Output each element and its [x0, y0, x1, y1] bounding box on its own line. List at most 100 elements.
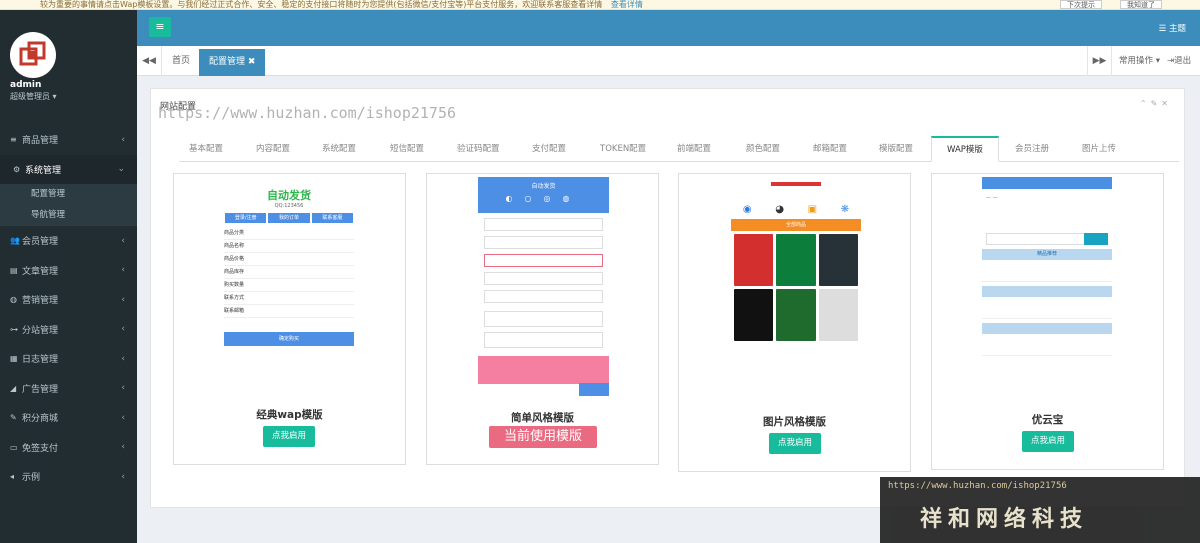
top-navbar: ≡ ☰ 主题 — [137, 10, 1200, 46]
enable-button-4[interactable]: 点我启用 — [1022, 431, 1074, 452]
brand-watermark: https://www.huzhan.com/ishop21756 祥和网络科技 — [880, 477, 1200, 543]
config-tab-6[interactable]: TOKEN配置 — [600, 137, 646, 162]
config-tabs: 基本配置 内容配置 系统配置 短信配置 验证码配置 支付配置 TOKEN配置 前端配置 颜色配置… — [179, 136, 1179, 162]
sidebar-item-8[interactable]: ✎ 积分商城 ‹ — [0, 403, 137, 433]
user-role[interactable]: 超级管理员 ▾ — [10, 91, 57, 102]
notice-link[interactable]: 查看详情 — [611, 0, 643, 9]
sidebar-item-10[interactable]: ◂ 示例 ‹ — [0, 462, 137, 492]
config-tab-8[interactable]: 颜色配置 — [746, 137, 780, 162]
config-tab-11[interactable]: WAP模版 — [931, 136, 999, 162]
user-name: admin — [10, 80, 42, 90]
config-tab-10[interactable]: 模版配置 — [879, 137, 913, 162]
config-tab-9[interactable]: 邮箱配置 — [813, 137, 847, 162]
template-card-2: 自动发货 ◐○◎◍ 简单风格模版 当前使用模版 — [426, 173, 659, 465]
common-ops-dropdown[interactable]: 常用操作 ▾ — [1119, 46, 1160, 76]
sidebar-item-1[interactable]: ⚙ 系统管理 ⌄ — [0, 154, 137, 184]
chevron-icon: ‹ — [121, 265, 125, 276]
config-tab-12[interactable]: 会员注册 — [1015, 137, 1049, 162]
sidebar-item-label: 广告管理 — [22, 384, 59, 395]
template-card-1: 自动发货 QQ:123456 登录/注册 我的订单 联系客服 商品分类 商品名称 商品价… — [173, 173, 406, 465]
theme-icon: ☰ — [1158, 24, 1167, 34]
chevron-icon: ⌄ — [117, 164, 125, 175]
close-icon[interactable]: ✕ — [1161, 99, 1172, 108]
brand-url: https://www.huzhan.com/ishop21756 — [888, 481, 1067, 491]
tab-scroll-right-button[interactable]: ▶▶ — [1087, 46, 1112, 76]
chevron-icon: ‹ — [121, 294, 125, 305]
sidebar-item-label: 系统管理 — [25, 165, 62, 176]
wrench-icon[interactable]: ✎ — [1151, 99, 1162, 108]
enable-button-1[interactable]: 点我启用 — [263, 426, 315, 447]
close-icon[interactable]: ✖ — [248, 57, 256, 67]
chevron-icon: ‹ — [121, 353, 125, 364]
sidebar-item-9[interactable]: ▭ 免签支付 ‹ — [0, 433, 137, 463]
theme-button[interactable]: ☰ 主题 — [1159, 22, 1186, 34]
tab-home[interactable]: 首页 — [162, 46, 200, 76]
chevron-icon: ‹ — [121, 412, 125, 423]
brand-name: 祥和网络科技 — [920, 506, 1089, 532]
sidebar-item-label: 会员管理 — [22, 237, 59, 248]
sidebar-item-6[interactable]: ▦ 日志管理 ‹ — [0, 344, 137, 374]
notice-bar: 较为重要的事情请点击Wap模板设置。与我们经过正式合作、安全、稳定的支付接口将随… — [0, 0, 1200, 10]
config-tab-5[interactable]: 支付配置 — [532, 137, 566, 162]
sidebar-item-5[interactable]: ⊶ 分站管理 ‹ — [0, 315, 137, 345]
preview-row-1: 商品名称 — [224, 240, 354, 253]
enable-button-3[interactable]: 点我启用 — [769, 433, 821, 454]
avatar[interactable] — [10, 32, 56, 78]
preview-btn-2: 联系客服 — [311, 213, 353, 223]
config-panel: 网站配置 ⌃✎✕ 基本配置 内容配置 系统配置 短信配置 验证码配置 支付配置 TOKEN配… — [150, 88, 1185, 508]
menu-toggle-button[interactable]: ≡ — [149, 17, 171, 37]
config-tab-4[interactable]: 验证码配置 — [457, 137, 500, 162]
watermark-text: https://www.huzhan.com/ishop21756 — [158, 104, 457, 122]
chevron-icon: ‹ — [121, 442, 125, 453]
preview-row-2: 商品价格 — [224, 253, 354, 266]
sidebar-item-7[interactable]: ◢ 广告管理 ‹ — [0, 374, 137, 404]
config-tab-1[interactable]: 内容配置 — [256, 137, 290, 162]
config-tab-7[interactable]: 前端配置 — [677, 137, 711, 162]
submenu-item-0[interactable]: 配置管理 — [0, 184, 137, 205]
template-preview-3: ◉ ◕ ▣ ❋ 全部商品 — [731, 177, 861, 407]
config-tab-0[interactable]: 基本配置 — [189, 137, 223, 162]
tab-config[interactable]: 配置管理 ✖ — [199, 49, 266, 76]
tab-scroll-left-button[interactable]: ◀◀ — [137, 46, 162, 76]
later-button[interactable]: 下次提示 — [1060, 0, 1102, 9]
submenu-item-1[interactable]: 导航管理 — [0, 205, 137, 226]
sidebar-item-2[interactable]: 👥 会员管理 ‹ — [0, 226, 137, 256]
menu-icon: ◢ — [10, 383, 17, 393]
sidebar-item-label: 免签支付 — [22, 443, 59, 454]
menu-icon: ≡ — [10, 135, 17, 145]
sidebar-item-3[interactable]: ▤ 文章管理 ‹ — [0, 256, 137, 286]
chevron-icon: ‹ — [121, 471, 125, 482]
menu-icon: ✎ — [10, 413, 17, 423]
preview-row-0: 商品分类 — [224, 227, 354, 240]
panel-tools: ⌃✎✕ — [1140, 99, 1172, 108]
sidebar-item-label: 营销管理 — [22, 296, 59, 307]
config-tab-2[interactable]: 系统配置 — [322, 137, 356, 162]
sidebar-item-4[interactable]: ◍ 营销管理 ‹ — [0, 285, 137, 315]
sidebar-item-label: 商品管理 — [22, 136, 59, 147]
config-tab-13[interactable]: 图片上传 — [1082, 137, 1116, 162]
menu-icon: ◂ — [10, 472, 15, 482]
collapse-icon[interactable]: ⌃ — [1140, 99, 1151, 108]
sidebar: admin 超级管理员 ▾ ≡ 商品管理 ‹ ⚙ 系统管理 ⌄ 配置管理 导航管理 👥 会员管理 ‹… — [0, 10, 137, 543]
chevron-icon: ‹ — [121, 235, 125, 246]
config-tab-3[interactable]: 短信配置 — [390, 137, 424, 162]
hamburger-icon: ≡ — [155, 20, 165, 33]
sidebar-menu: ≡ 商品管理 ‹ ⚙ 系统管理 ⌄ 配置管理 导航管理 👥 会员管理 ‹ ▤ 文章管理 ‹ ◍ 营销管理 ‹ ⊶ 分… — [0, 125, 137, 492]
template-name-2: 简单风格模版 — [511, 412, 574, 424]
tab-bar: ◀◀ 首页 配置管理 ✖ ▶▶ 常用操作 ▾ ⇥退出 — [137, 46, 1200, 76]
chevron-icon: ‹ — [121, 324, 125, 335]
sidebar-item-label: 文章管理 — [22, 266, 59, 277]
current-template-badge: 当前使用模版 — [489, 426, 597, 448]
menu-icon: ▦ — [10, 354, 18, 364]
logout-button[interactable]: ⇥退出 — [1167, 46, 1191, 76]
menu-icon: ⊶ — [10, 324, 18, 334]
ok-button[interactable]: 我知道了 — [1120, 0, 1162, 9]
template-name-4: 优云宝 — [1031, 414, 1064, 426]
menu-icon: ▭ — [10, 442, 18, 452]
template-preview-4: — — 精品推荐 — [982, 177, 1112, 405]
sidebar-item-0[interactable]: ≡ 商品管理 ‹ — [0, 125, 137, 155]
logo-icon — [19, 41, 46, 66]
notice-text: 较为重要的事情请点击Wap模板设置。与我们经过正式合作、安全、稳定的支付接口将随… — [40, 0, 603, 9]
sidebar-item-label: 日志管理 — [22, 355, 59, 366]
menu-icon: ▤ — [10, 265, 18, 275]
